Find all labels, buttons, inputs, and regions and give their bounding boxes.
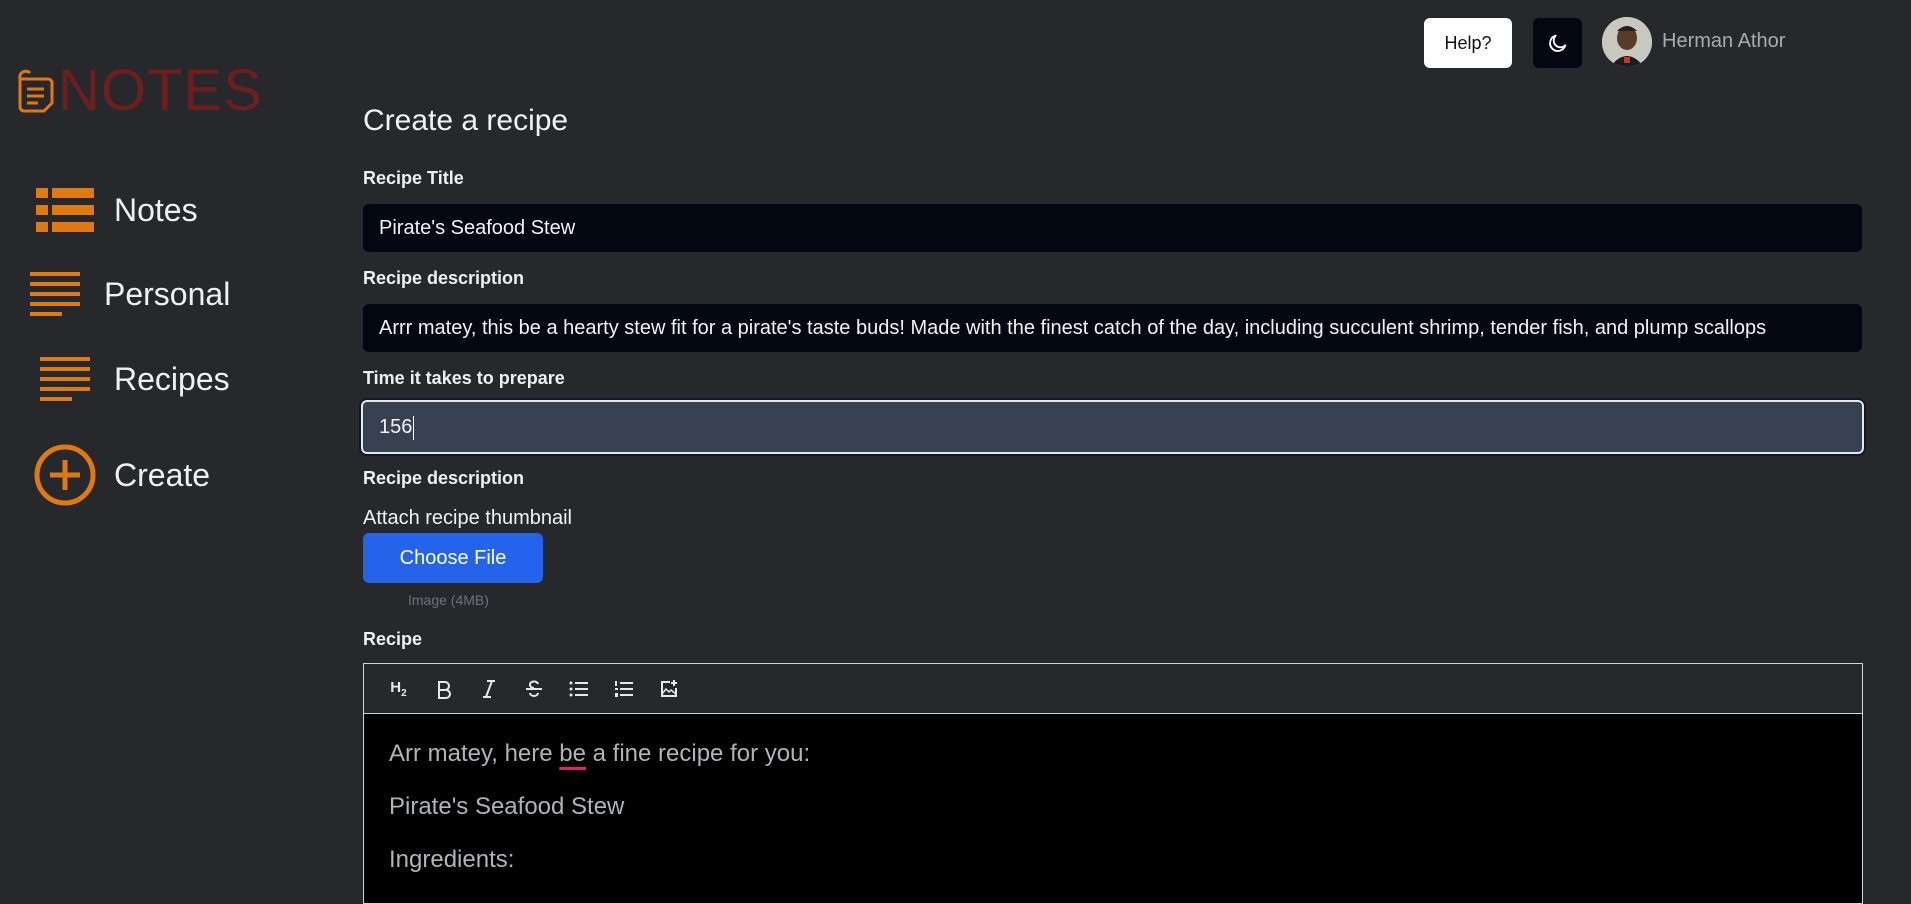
bullet-list-button[interactable] xyxy=(556,669,601,709)
recipe-label: Recipe xyxy=(363,629,423,649)
recipe-description-input[interactable]: Arrr matey, this be a hearty stew fit fo… xyxy=(363,304,1862,352)
help-button[interactable]: Help? xyxy=(1424,18,1512,68)
sidebar-item-recipes[interactable]: Recipes xyxy=(40,355,230,403)
bullet-list-icon xyxy=(569,681,588,696)
attach-thumbnail-label: Attach recipe thumbnail xyxy=(363,507,573,529)
strikethrough-icon xyxy=(525,680,542,697)
list-icon xyxy=(36,188,94,232)
logo-text: NOTES xyxy=(58,58,263,123)
file-size-hint: Image (4MB) xyxy=(408,592,489,608)
prep-time-label: Time it takes to prepare xyxy=(363,368,565,388)
editor-paragraph: Pirate's Seafood Stew xyxy=(389,793,625,820)
editor-text: a fine recipe for you: xyxy=(585,740,811,767)
theme-toggle-button[interactable] xyxy=(1533,18,1582,68)
sidebar-item-label: Create xyxy=(114,456,211,493)
heading-2-button[interactable]: H2 xyxy=(376,669,421,709)
prep-time-value: 156 xyxy=(379,416,413,438)
notepad-icon xyxy=(18,69,54,113)
prep-time-input[interactable]: 156 xyxy=(361,400,1864,454)
editor-paragraph: Arr matey, here be a fine recipe for you… xyxy=(389,740,1837,767)
user-avatar-icon xyxy=(1602,17,1652,67)
recipe-description-label: Recipe description xyxy=(363,268,525,288)
plus-circle-icon xyxy=(34,444,96,506)
insert-image-button[interactable] xyxy=(646,669,691,709)
sidebar-item-personal[interactable]: Personal xyxy=(30,270,230,318)
sidebar-item-label: Recipes xyxy=(114,360,230,397)
bold-button[interactable] xyxy=(421,669,466,709)
insert-image-icon xyxy=(660,679,677,697)
choose-file-button[interactable]: Choose File xyxy=(363,533,543,583)
page-title: Create a recipe xyxy=(363,104,569,137)
sidebar-item-create[interactable]: Create xyxy=(34,444,210,506)
app-logo[interactable]: NOTES xyxy=(16,60,263,122)
recipe-editor[interactable]: Arr matey, here be a fine recipe for you… xyxy=(363,714,1863,904)
recipe-description-label-2: Recipe description xyxy=(363,468,525,488)
recipe-title-input[interactable]: Pirate's Seafood Stew xyxy=(363,204,1862,252)
strikethrough-button[interactable] xyxy=(511,669,556,709)
editor-text: Arr matey, here xyxy=(389,740,560,767)
editor-paragraph: Ingredients: xyxy=(389,846,515,873)
spellcheck-word: be xyxy=(559,740,586,767)
moon-icon xyxy=(1548,34,1566,52)
ordered-list-button[interactable] xyxy=(601,669,646,709)
recipe-title-label: Recipe Title xyxy=(363,168,464,188)
italic-button[interactable] xyxy=(466,669,511,709)
heading-2-icon: H2 xyxy=(390,678,407,699)
italic-icon xyxy=(482,679,495,698)
sidebar-item-label: Notes xyxy=(114,191,198,228)
sidebar-item-notes[interactable]: Notes xyxy=(36,186,198,234)
sidebar-item-label: Personal xyxy=(104,275,231,312)
ordered-list-icon xyxy=(614,680,633,697)
avatar[interactable] xyxy=(1602,17,1652,67)
lines-icon xyxy=(30,272,80,316)
lines-icon xyxy=(40,357,90,401)
text-caret xyxy=(413,415,415,440)
user-name[interactable]: Herman Athor xyxy=(1662,30,1785,53)
bold-icon xyxy=(437,680,451,699)
editor-toolbar: H2 xyxy=(363,663,1863,714)
